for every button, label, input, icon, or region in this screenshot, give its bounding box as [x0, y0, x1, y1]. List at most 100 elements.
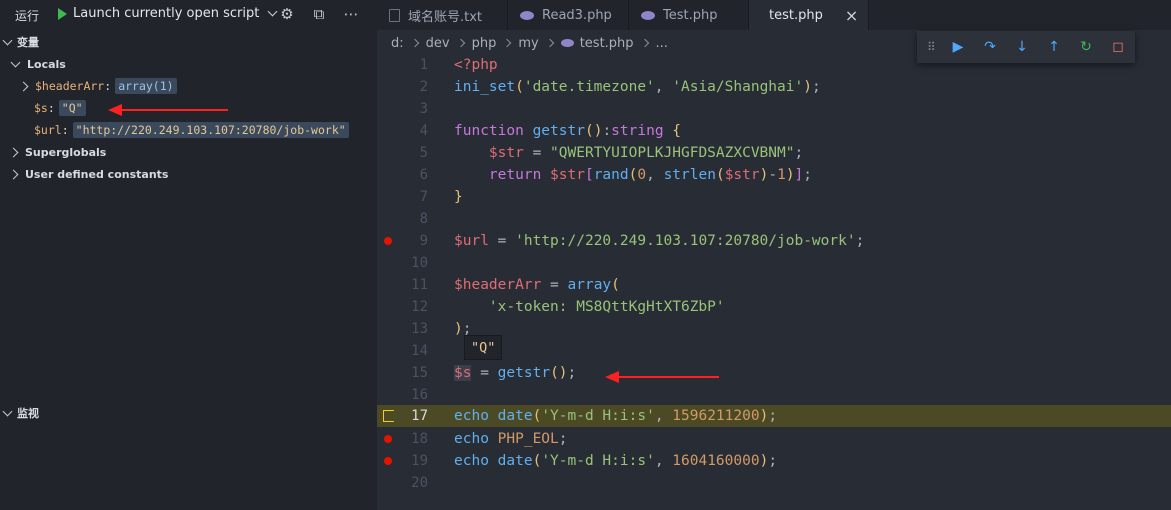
code-text: return $str[rand(0, strlen($str)-1)];	[488, 167, 813, 183]
line-number: 7	[419, 189, 428, 205]
line-number: 14	[411, 343, 428, 359]
current-statement-icon	[383, 410, 394, 422]
line-number: 2	[419, 79, 428, 95]
debug-console-icon[interactable]: ⧉	[310, 5, 328, 23]
code-line[interactable]: 15 $s = getstr();	[377, 362, 1171, 384]
code-line[interactable]: 9 $url = 'http://220.249.103.107:20780/jo…	[377, 230, 1171, 252]
more-icon[interactable]: ⋯	[342, 5, 360, 23]
breadcrumb-item[interactable]: dev	[426, 36, 450, 51]
run-toolbar: 运行 Launch currently open script ⚙ ⧉ ⋯	[0, 0, 377, 30]
drag-handle-icon[interactable]: ⠿	[927, 40, 936, 54]
code-line[interactable]: 10	[377, 252, 1171, 274]
tab-read3[interactable]: Read3.php	[508, 0, 629, 30]
code-text: function getstr():string {	[454, 123, 682, 139]
variable-colon: :	[61, 123, 69, 137]
gear-icon[interactable]: ⚙	[278, 5, 296, 23]
breadcrumb-item[interactable]: test.php	[580, 36, 634, 51]
variable-row[interactable]: $headerArr: array(1)	[0, 75, 377, 97]
code-text: echo date('Y-m-d H:i:s', 1604160000);	[454, 453, 778, 469]
code-text: $s = getstr();	[454, 365, 577, 381]
tab-label: Test.php	[663, 7, 718, 23]
code-line[interactable]: 12 'x-token: MS8QttKgHtXT6ZbP'	[377, 296, 1171, 318]
breakpoint-icon[interactable]	[384, 457, 392, 465]
chevron-down-icon[interactable]	[2, 35, 13, 45]
breakpoint-icon[interactable]	[384, 435, 392, 443]
code-line[interactable]: 3	[377, 98, 1171, 120]
superglobals-scope[interactable]: Superglobals	[0, 141, 377, 163]
annotation-arrow	[120, 109, 228, 111]
php-file-icon	[560, 39, 574, 47]
chevron-down-icon[interactable]	[2, 406, 13, 416]
chevron-right-icon[interactable]	[8, 169, 19, 179]
variable-value: "http://220.249.103.107:20780/job-work"	[72, 122, 349, 138]
variable-value: "Q"	[58, 100, 86, 116]
breadcrumb-item[interactable]: my	[518, 36, 538, 51]
chevron-down-icon[interactable]	[10, 57, 21, 67]
php-file-icon	[641, 10, 655, 20]
variables-title: 变量	[17, 36, 39, 49]
current-execution-line[interactable]: 17 echo date('Y-m-d H:i:s', 1596211200);	[377, 405, 1171, 427]
variable-row[interactable]: $s: "Q"	[0, 97, 377, 119]
watch-title: 监视	[17, 407, 39, 420]
text-file-icon	[389, 8, 400, 22]
run-title: 运行	[15, 9, 40, 23]
launch-config-label: Launch currently open script	[73, 6, 260, 21]
chevron-right-icon[interactable]	[18, 81, 29, 91]
chevron-down-icon[interactable]	[267, 6, 278, 17]
breadcrumb-item[interactable]: php	[472, 36, 497, 51]
line-number: 1	[419, 57, 428, 73]
variable-name: $url	[34, 123, 62, 137]
variable-value: array(1)	[115, 78, 177, 94]
tab-test-upper[interactable]: Test.php	[629, 0, 749, 30]
play-icon[interactable]	[58, 7, 67, 20]
code-line[interactable]: 7}	[377, 186, 1171, 208]
variables-section-header[interactable]: 变量	[0, 32, 377, 52]
line-number: 12	[411, 299, 428, 315]
variable-hover-tooltip: "Q"	[464, 335, 503, 360]
annotation-arrow	[617, 376, 719, 378]
breadcrumb-item[interactable]: d:	[391, 36, 404, 51]
variable-name: $headerArr	[35, 79, 105, 93]
breakpoint-icon[interactable]	[384, 237, 392, 245]
tab-test[interactable]: test.php ×	[749, 0, 869, 30]
php-file-icon	[520, 10, 534, 20]
code-text: $url = 'http://220.249.103.107:20780/job…	[454, 233, 865, 249]
chevron-right-icon	[640, 38, 649, 48]
code-line[interactable]: 11 $headerArr = array(	[377, 274, 1171, 296]
tab-label: test.php	[769, 7, 823, 23]
debug-sidebar: 运行 Launch currently open script ⚙ ⧉ ⋯ 变量…	[0, 0, 377, 510]
code-line[interactable]: 2 ini_set('date.timezone', 'Asia/Shanghai…	[377, 76, 1171, 98]
variable-colon: :	[104, 79, 112, 93]
code-editor: 域名账号.txt Read3.php Test.php test.php × d…	[377, 0, 1171, 510]
code-line[interactable]: 20	[377, 472, 1171, 494]
variable-name: $s	[34, 101, 48, 115]
watch-section-header[interactable]: 监视	[0, 403, 377, 423]
chevron-right-icon[interactable]	[8, 147, 19, 157]
code-line[interactable]: 6 return $str[rand(0, strlen($str)-1)];	[377, 164, 1171, 186]
code-text: echo date('Y-m-d H:i:s', 1596211200);	[454, 408, 778, 424]
code-line[interactable]: 5 $str = "QWERTYUIOPLKJHGFDSAZXCVBNM";	[377, 142, 1171, 164]
close-icon[interactable]: ×	[845, 6, 858, 25]
constants-scope[interactable]: User defined constants	[0, 163, 377, 185]
line-number: 11	[411, 277, 428, 293]
chevron-right-icon	[503, 38, 512, 48]
breadcrumb-item[interactable]: ...	[656, 36, 668, 51]
variable-colon: :	[47, 101, 55, 115]
tab-label: Read3.php	[542, 7, 612, 23]
code-line[interactable]: 8	[377, 208, 1171, 230]
line-number: 15	[411, 365, 428, 381]
code-line[interactable]: 18 echo PHP_EOL;	[377, 428, 1171, 450]
variable-row[interactable]: $url: "http://220.249.103.107:20780/job-…	[0, 119, 377, 141]
launch-config-select[interactable]: Launch currently open script	[58, 6, 278, 21]
line-number: 20	[411, 475, 428, 491]
code-text: }	[454, 189, 463, 205]
line-number: 6	[419, 167, 428, 183]
tab-label: 域名账号.txt	[408, 9, 483, 25]
code-line[interactable]: 19 echo date('Y-m-d H:i:s', 1604160000);	[377, 450, 1171, 472]
code-line[interactable]: 16	[377, 384, 1171, 406]
tab-domain-accounts[interactable]: 域名账号.txt	[377, 0, 508, 30]
locals-scope[interactable]: Locals	[0, 53, 377, 75]
code-line[interactable]: 1 <?php	[377, 54, 1171, 76]
constants-label: User defined constants	[25, 167, 169, 181]
code-line[interactable]: 4 function getstr():string {	[377, 120, 1171, 142]
